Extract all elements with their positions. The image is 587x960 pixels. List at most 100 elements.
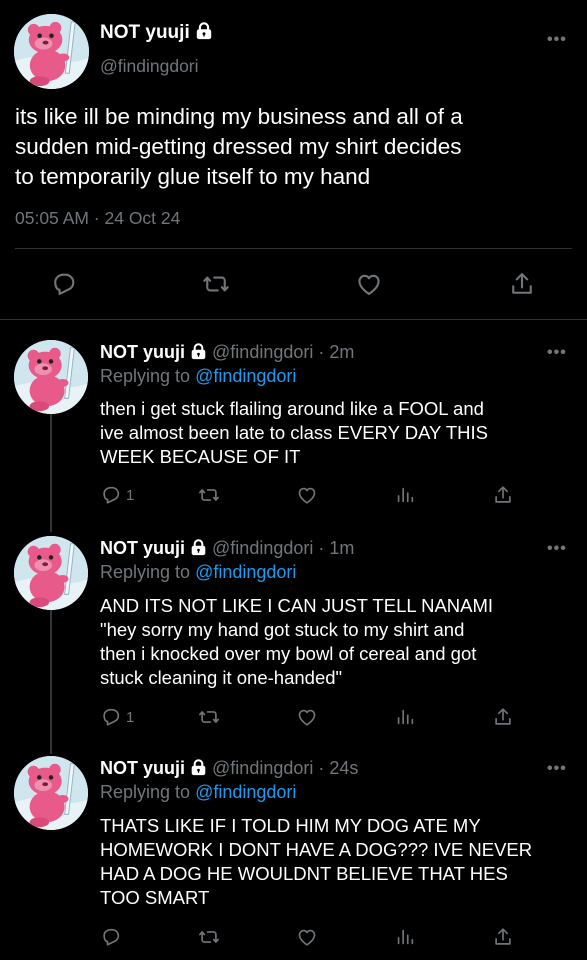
share-button[interactable]: [492, 484, 514, 506]
reply-button[interactable]: [50, 270, 78, 298]
avatar[interactable]: [14, 536, 88, 610]
like-icon: [296, 484, 318, 506]
like-icon: [355, 270, 383, 298]
replying-to-label: Replying to: [100, 366, 191, 386]
reply-icon: [100, 706, 122, 728]
analytics-icon: [394, 484, 416, 506]
reply-icon: [50, 270, 78, 298]
reply-text-line: HAD A DOG HE WOULDNT BELIEVE THAT HES: [100, 863, 508, 884]
like-button[interactable]: [296, 484, 318, 506]
retweet-icon: [198, 706, 220, 728]
reply-header: NOT yuuji @findingdori · 2m: [100, 342, 354, 363]
more-icon[interactable]: •••: [547, 31, 567, 49]
more-icon[interactable]: •••: [547, 344, 567, 362]
reply-action-bar: [0, 926, 587, 952]
reply-tweet[interactable]: NOT yuuji @findingdori · 24s ••• Replyin…: [0, 752, 587, 957]
divider: [15, 248, 572, 249]
reply-text-line: TOO SMART: [100, 887, 210, 908]
share-button[interactable]: [492, 706, 514, 728]
author-handle[interactable]: @findingdori: [212, 758, 313, 778]
replying-to-link[interactable]: @findingdori: [195, 562, 296, 582]
reply-tweet[interactable]: NOT yuuji @findingdori · 1m ••• Replying…: [0, 532, 587, 742]
retweet-icon: [202, 270, 230, 298]
author-handle[interactable]: @findingdori: [212, 538, 313, 558]
share-button[interactable]: [508, 270, 536, 298]
tweet-text-line: its like ill be minding my business and …: [15, 104, 463, 129]
avatar[interactable]: [14, 340, 88, 414]
reply-time: · 24s: [318, 758, 359, 778]
reply-text-line: "hey sorry my hand got stuck to my shirt…: [100, 619, 465, 640]
retweet-icon: [198, 926, 220, 948]
share-button[interactable]: [492, 926, 514, 948]
reply-button[interactable]: 1: [100, 706, 134, 728]
reply-header: NOT yuuji @findingdori · 1m: [100, 538, 354, 559]
retweet-button[interactable]: [198, 706, 220, 728]
reply-text-line: then i knocked over my bowl of cereal an…: [100, 643, 477, 664]
avatar[interactable]: [14, 756, 88, 830]
replying-to-link[interactable]: @findingdori: [195, 366, 296, 386]
replying-to-label: Replying to: [100, 562, 191, 582]
reply-tweet[interactable]: NOT yuuji @findingdori · 2m ••• Replying…: [0, 336, 587, 526]
avatar-image: [14, 14, 89, 89]
like-button[interactable]: [355, 270, 383, 298]
avatar[interactable]: [14, 14, 89, 89]
reply-count: 1: [126, 708, 135, 726]
replying-to-label: Replying to: [100, 782, 191, 802]
avatar-image: [14, 756, 88, 830]
reply-count: 1: [126, 486, 135, 504]
reply-text-line: then i get stuck flailing around like a …: [100, 398, 484, 419]
reply-text: THATS LIKE IF I TOLD HIM MY DOG ATE MY H…: [100, 814, 580, 910]
retweet-button[interactable]: [198, 484, 220, 506]
lock-icon: [190, 759, 207, 776]
tweet-text-line: sudden mid-getting dressed my shirt deci…: [15, 134, 462, 159]
more-icon[interactable]: •••: [547, 540, 567, 558]
replying-to: Replying to @findingdori: [100, 562, 296, 583]
author-name[interactable]: NOT yuuji: [100, 758, 185, 778]
retweet-icon: [198, 484, 220, 506]
share-icon: [508, 270, 536, 298]
tweet-text: its like ill be minding my business and …: [15, 102, 580, 192]
reply-time: · 1m: [318, 538, 355, 558]
analytics-icon: [394, 706, 416, 728]
reply-header: NOT yuuji @findingdori · 24s: [100, 758, 358, 779]
replying-to: Replying to @findingdori: [100, 782, 296, 803]
main-action-bar: [0, 268, 587, 302]
like-button[interactable]: [296, 706, 318, 728]
more-icon[interactable]: •••: [547, 760, 567, 778]
reply-text-line: stuck cleaning it one-handed": [100, 667, 343, 688]
reply-text-line: ive almost been late to class EVERY DAY …: [100, 422, 489, 443]
reply-button[interactable]: 1: [100, 484, 134, 506]
reply-text-line: WEEK BECAUSE OF IT: [100, 446, 301, 467]
analytics-icon: [394, 926, 416, 948]
share-icon: [492, 706, 514, 728]
reply-text-line: THATS LIKE IF I TOLD HIM MY DOG ATE MY: [100, 815, 481, 836]
like-button[interactable]: [296, 926, 318, 948]
lock-icon: [190, 539, 207, 556]
author-name[interactable]: NOT yuuji: [100, 22, 190, 43]
author-name[interactable]: NOT yuuji: [100, 342, 185, 362]
reply-text-line: AND ITS NOT LIKE I CAN JUST TELL NANAMI: [100, 595, 494, 616]
avatar-image: [14, 536, 88, 610]
lock-icon: [195, 22, 213, 40]
reply-action-bar: 1: [0, 706, 587, 732]
author-name[interactable]: NOT yuuji: [100, 538, 185, 558]
divider: [0, 319, 587, 320]
tweet-timestamp[interactable]: 05:05 AM · 24 Oct 24: [15, 208, 180, 229]
share-icon: [492, 484, 514, 506]
replying-to-link[interactable]: @findingdori: [195, 782, 296, 802]
author-handle[interactable]: @findingdori: [100, 56, 199, 77]
retweet-button[interactable]: [202, 270, 230, 298]
reply-icon: [100, 484, 122, 506]
retweet-button[interactable]: [198, 926, 220, 948]
tweet-text-line: to temporarily glue itself to my hand: [15, 164, 371, 189]
analytics-button[interactable]: [394, 926, 416, 948]
lock-icon: [190, 343, 207, 360]
author-handle[interactable]: @findingdori: [212, 342, 313, 362]
reply-text-line: HOMEWORK I DONT HAVE A DOG??? IVE NEVER: [100, 839, 533, 860]
analytics-button[interactable]: [394, 484, 416, 506]
like-icon: [296, 926, 318, 948]
analytics-button[interactable]: [394, 706, 416, 728]
avatar-image: [14, 340, 88, 414]
reply-button[interactable]: [100, 926, 126, 948]
share-icon: [492, 926, 514, 948]
